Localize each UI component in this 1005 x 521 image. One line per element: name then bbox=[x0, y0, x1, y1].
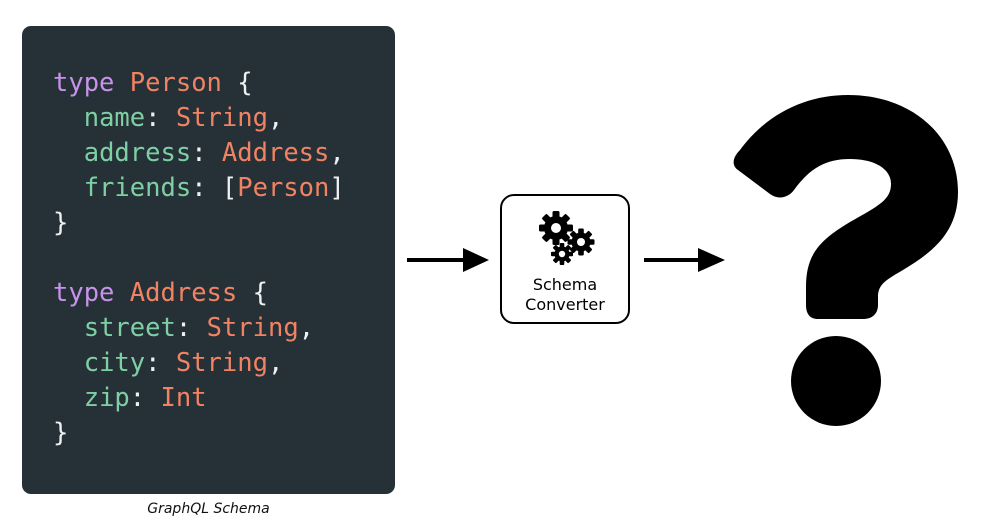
question-mark-icon bbox=[733, 95, 958, 426]
type-keyword: type bbox=[53, 68, 115, 98]
code-line: street: String, bbox=[83, 313, 315, 343]
schema-caption: GraphQL Schema bbox=[147, 501, 270, 517]
schema-converter-box: Schema Converter bbox=[500, 194, 630, 324]
field-type: Person bbox=[237, 173, 330, 203]
arrow-right-icon bbox=[407, 248, 489, 272]
field-type: String bbox=[206, 313, 299, 343]
field-name: city bbox=[83, 348, 146, 378]
type-name: Person bbox=[129, 68, 222, 98]
close-brace: } bbox=[53, 208, 69, 238]
field-name: address bbox=[83, 138, 192, 168]
field-type: String bbox=[175, 348, 268, 378]
arrow-right-icon bbox=[644, 248, 725, 272]
graphql-schema-code-panel: type Person { name: String, address: Add… bbox=[22, 26, 395, 494]
close-brace: } bbox=[53, 418, 69, 448]
converter-label-line1: Schema bbox=[532, 275, 598, 294]
code-line: zip: Int bbox=[83, 383, 207, 413]
field-type: Int bbox=[160, 383, 207, 413]
field-name: name bbox=[83, 103, 146, 133]
code-line: } bbox=[53, 206, 345, 241]
code-line: type Person { bbox=[53, 66, 345, 101]
code-line: friends: [Person] bbox=[83, 173, 345, 203]
field-name: friends bbox=[83, 173, 192, 203]
type-keyword: type bbox=[53, 278, 115, 308]
code-line: type Address { bbox=[53, 276, 345, 311]
field-type: String bbox=[175, 103, 268, 133]
field-name: street bbox=[83, 313, 176, 343]
schema-code: type Person { name: String, address: Add… bbox=[53, 66, 345, 451]
code-line: name: String, bbox=[83, 103, 284, 133]
field-name: zip bbox=[83, 383, 130, 413]
code-line: } bbox=[53, 416, 345, 451]
code-line: city: String, bbox=[83, 348, 284, 378]
field-type: Address bbox=[221, 138, 330, 168]
type-name: Address bbox=[129, 278, 238, 308]
code-line: address: Address, bbox=[83, 138, 345, 168]
gears-icon bbox=[539, 211, 595, 265]
converter-label: Schema Converter bbox=[502, 275, 628, 315]
open-brace: { bbox=[252, 278, 268, 308]
open-brace: { bbox=[237, 68, 253, 98]
converter-label-line2: Converter bbox=[525, 295, 605, 314]
